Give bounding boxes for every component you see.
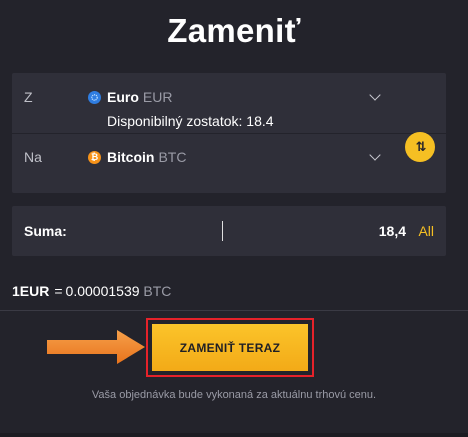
from-coin-name: Euro xyxy=(107,89,139,105)
all-button[interactable]: All xyxy=(418,223,434,239)
bottom-edge xyxy=(0,433,468,437)
swap-currencies-button[interactable]: ⇅ xyxy=(405,132,435,162)
bitcoin-icon: ₿ xyxy=(88,150,101,164)
chevron-down-icon[interactable] xyxy=(369,149,381,161)
to-coin-code: BTC xyxy=(158,149,187,165)
chevron-down-icon[interactable] xyxy=(369,89,381,101)
to-currency-select[interactable]: ₿ Bitcoin BTC xyxy=(88,149,186,165)
exchange-rate: 1EUR = 0.00001539 BTC xyxy=(12,283,171,299)
available-balance: Disponibilný zostatok: 18.4 xyxy=(107,113,274,129)
order-note: Vaša objednávka bude vykonaná za aktuáln… xyxy=(91,389,377,401)
exchange-panel: Z Euro EUR Disponibilný zostatok: 18.4 N… xyxy=(12,73,446,193)
rate-base: 1EUR xyxy=(12,283,50,299)
rate-code: BTC xyxy=(143,283,172,299)
rate-value: 0.00001539 xyxy=(65,283,140,299)
euro-coin-icon xyxy=(88,90,101,104)
rate-equals: = xyxy=(54,283,63,299)
from-coin-code: EUR xyxy=(142,89,173,105)
text-caret xyxy=(222,221,223,241)
from-currency-row[interactable]: Z Euro EUR Disponibilný zostatok: 18.4 xyxy=(12,73,446,134)
from-label: Z xyxy=(24,89,33,105)
balance-label: Disponibilný zostatok: xyxy=(107,113,243,129)
page-title: Zameniť xyxy=(167,12,301,49)
balance-value: 18.4 xyxy=(246,113,274,129)
exchange-now-button[interactable]: ZAMENIŤ TERAZ xyxy=(152,324,308,371)
to-label: Na xyxy=(24,149,42,165)
amount-field[interactable]: Suma: 18,4 All xyxy=(12,206,446,256)
from-currency-select[interactable]: Euro EUR xyxy=(88,89,172,105)
swap-arrows-icon: ⇅ xyxy=(415,139,427,154)
amount-label: Suma: xyxy=(24,223,67,239)
pointer-arrow-icon xyxy=(47,330,145,364)
amount-value[interactable]: 18,4 xyxy=(379,223,406,239)
divider xyxy=(0,310,468,311)
to-currency-row[interactable]: Na ₿ Bitcoin BTC xyxy=(12,133,446,193)
to-coin-name: Bitcoin xyxy=(107,149,155,165)
